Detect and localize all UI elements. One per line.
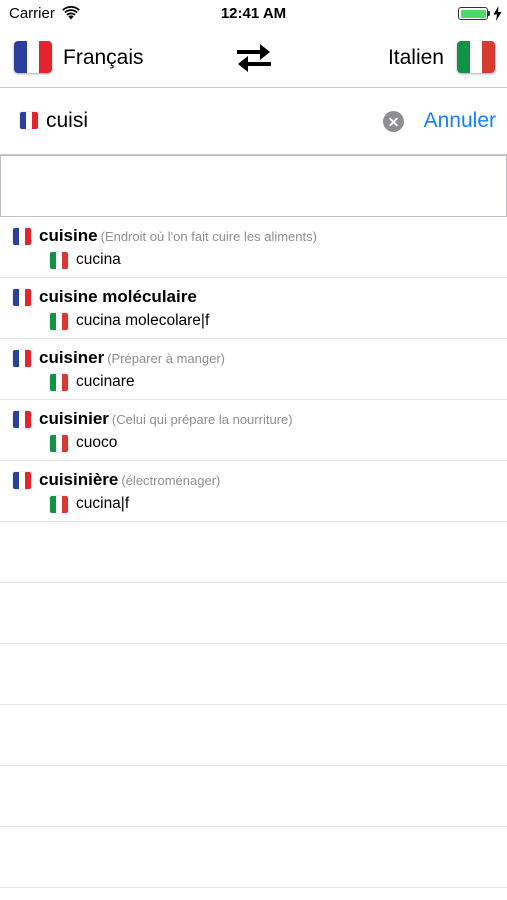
target-language-label[interactable]: Italien: [388, 46, 444, 70]
italian-flag-icon: [50, 252, 68, 269]
entry-gloss: (Endroit où l'on fait cuire les aliments…: [100, 229, 317, 244]
italian-flag-icon: [50, 496, 68, 513]
italian-flag-icon: [50, 313, 68, 330]
search-input[interactable]: [46, 106, 366, 136]
french-flag-icon: [20, 112, 38, 129]
cancel-button[interactable]: Annuler: [424, 109, 496, 133]
battery-icon: [458, 7, 488, 20]
list-item[interactable]: cuisine moléculaire cucina molecolare|f: [0, 278, 507, 339]
results-list: cuisine (Endroit où l'on fait cuire les a…: [0, 217, 507, 888]
italian-flag-icon: [50, 435, 68, 452]
source-language-label[interactable]: Français: [63, 46, 144, 70]
entry-translation: cucina: [76, 251, 121, 268]
french-flag-icon: [13, 411, 31, 428]
french-flag-icon[interactable]: [14, 41, 52, 73]
swap-languages-button[interactable]: [235, 43, 273, 73]
entry-translation: cuoco: [76, 434, 118, 451]
empty-panel: [0, 155, 507, 217]
language-header: Français Italien: [0, 28, 507, 88]
entry-word: cuisinier: [39, 409, 109, 428]
empty-row: [0, 827, 507, 888]
list-item[interactable]: cuisinière (électroménager) cucina|f: [0, 461, 507, 522]
entry-translation: cucina|f: [76, 495, 130, 512]
entry-translation: cucina molecolare|f: [76, 312, 210, 329]
list-item[interactable]: cuisiner (Préparer à manger) cucinare: [0, 339, 507, 400]
french-flag-icon: [13, 289, 31, 306]
french-flag-icon: [13, 228, 31, 245]
entry-translation: cucinare: [76, 373, 135, 390]
list-item[interactable]: cuisinier (Celui qui prépare la nourritur…: [0, 400, 507, 461]
empty-row: [0, 583, 507, 644]
empty-row: [0, 766, 507, 827]
entry-word: cuisinière: [39, 470, 119, 489]
italian-flag-icon: [50, 374, 68, 391]
entry-word: cuisine moléculaire: [39, 287, 197, 306]
french-flag-icon: [13, 472, 31, 489]
empty-row: [0, 522, 507, 583]
list-item[interactable]: cuisine (Endroit où l'on fait cuire les a…: [0, 217, 507, 278]
charging-bolt-icon: [493, 6, 502, 21]
status-bar: Carrier 12:41 AM: [0, 0, 507, 28]
swap-arrows-icon: [237, 44, 271, 72]
clear-search-button[interactable]: [383, 111, 404, 132]
french-flag-icon: [13, 350, 31, 367]
entry-gloss: (Celui qui prépare la nourriture): [111, 412, 293, 427]
italian-flag-icon[interactable]: [457, 41, 495, 73]
entry-gloss: (Préparer à manger): [107, 351, 225, 366]
search-bar: Annuler: [0, 89, 507, 155]
clock: 12:41 AM: [220, 5, 287, 22]
battery-level: [460, 9, 486, 18]
entry-word: cuisine: [39, 226, 98, 245]
entry-word: cuisiner: [39, 348, 105, 367]
battery-tip: [488, 11, 490, 16]
empty-row: [0, 644, 507, 705]
entry-gloss: (électroménager): [121, 473, 221, 488]
empty-row: [0, 705, 507, 766]
